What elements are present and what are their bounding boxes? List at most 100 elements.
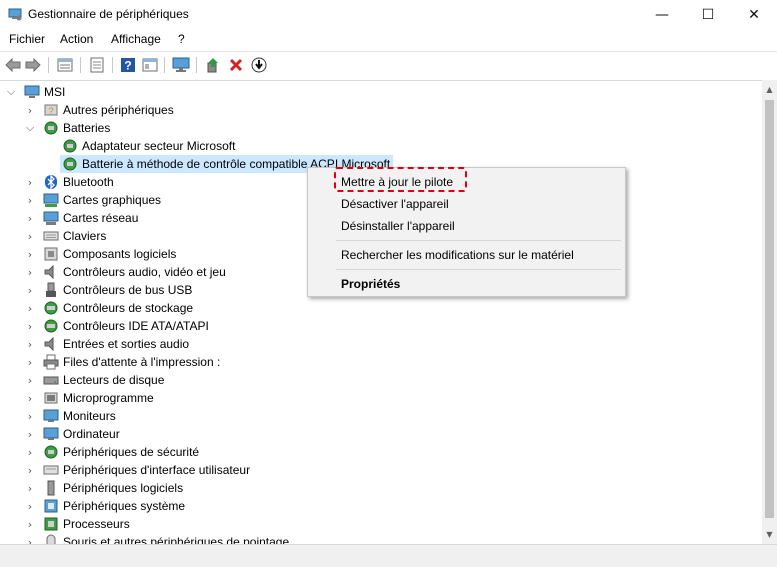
menu-bar: Fichier Action Affichage ? xyxy=(0,30,777,50)
bluetooth-icon xyxy=(45,174,57,190)
menu-separator xyxy=(336,240,621,241)
battery-icon xyxy=(44,121,58,135)
tree-item-label: Périphériques logiciels xyxy=(63,481,184,495)
vertical-scrollbar[interactable]: ▲ ▼ xyxy=(762,80,777,544)
uninstall-x-icon[interactable] xyxy=(227,56,245,74)
chevron-right-icon[interactable]: › xyxy=(25,281,35,299)
menu-item-uninstall-device[interactable]: Désinstaller l'appareil xyxy=(341,219,455,233)
chevron-right-icon[interactable]: › xyxy=(25,263,35,281)
chevron-right-icon[interactable]: › xyxy=(25,299,35,317)
tree-item-usb[interactable]: › Contrôleurs de bus USB xyxy=(0,281,300,299)
help-icon[interactable]: ? xyxy=(119,56,137,74)
toolbar: ? xyxy=(0,51,777,78)
menu-affichage[interactable]: Affichage xyxy=(109,32,163,46)
view-icon[interactable] xyxy=(141,56,159,74)
chevron-right-icon[interactable]: › xyxy=(25,497,35,515)
chevron-right-icon[interactable]: › xyxy=(25,371,35,389)
chevron-right-icon[interactable]: › xyxy=(25,515,35,533)
chevron-right-icon[interactable]: › xyxy=(25,101,35,119)
tree-item-composants[interactable]: › Composants logiciels xyxy=(0,245,300,263)
scroll-up-icon[interactable]: ▲ xyxy=(762,82,777,97)
download-circle-icon[interactable] xyxy=(250,56,268,74)
chevron-right-icon[interactable]: › xyxy=(25,461,35,479)
tree-root[interactable]: ⌵ MSI xyxy=(0,83,300,101)
hid-icon xyxy=(43,465,59,475)
menu-item-properties[interactable]: Propriétés xyxy=(341,277,400,291)
tree-item-label: Périphériques système xyxy=(63,499,186,513)
tree-item-ordinateur[interactable]: › Ordinateur xyxy=(0,425,300,443)
tree-item-logiciels[interactable]: › Périphériques logiciels xyxy=(0,479,300,497)
battery-icon xyxy=(63,157,77,171)
tree-item-label: Lecteurs de disque xyxy=(63,373,165,387)
tree-item-systeme[interactable]: › Périphériques système xyxy=(0,497,300,515)
tree-item-cartes-graphiques[interactable]: › Cartes graphiques xyxy=(0,191,300,209)
scroll-down-icon[interactable]: ▼ xyxy=(762,527,777,542)
usb-icon xyxy=(46,282,56,297)
audio-io-icon xyxy=(44,336,54,352)
chevron-right-icon[interactable]: › xyxy=(25,335,35,353)
update-driver-icon[interactable] xyxy=(204,56,222,74)
tree-item-impression[interactable]: › Files d'attente à l'impression : xyxy=(0,353,300,371)
tree-item-cartes-reseau[interactable]: › Cartes réseau xyxy=(0,209,300,227)
minimize-button[interactable]: — xyxy=(639,0,685,30)
tree-item-label: Souris et autres périphériques de pointa… xyxy=(63,535,290,544)
firmware-icon xyxy=(44,392,58,404)
tree-item-batteries[interactable]: ⌵ Batteries xyxy=(0,119,300,137)
document-icon[interactable] xyxy=(88,56,106,74)
close-button[interactable]: ✕ xyxy=(731,0,777,30)
chevron-right-icon[interactable]: › xyxy=(25,173,35,191)
tree-item-label: Moniteurs xyxy=(63,409,116,423)
tree-item-hid[interactable]: › Périphériques d'interface utilisateur xyxy=(0,461,300,479)
chevron-right-icon[interactable]: › xyxy=(25,209,35,227)
tree-item-processeurs[interactable]: › Processeurs xyxy=(0,515,300,533)
device-manager-icon xyxy=(8,8,22,21)
tree-item-adaptateur[interactable]: Adaptateur secteur Microsoft xyxy=(0,137,300,155)
chevron-right-icon[interactable]: › xyxy=(25,533,35,545)
tree-item-lecteurs[interactable]: › Lecteurs de disque xyxy=(0,371,300,389)
tree-item-label: Contrôleurs de stockage xyxy=(63,301,194,315)
tree-item-label: Processeurs xyxy=(63,517,130,531)
menu-item-disable-device[interactable]: Désactiver l'appareil xyxy=(341,197,449,211)
monitor-icon[interactable] xyxy=(172,56,190,74)
highlight-annotation xyxy=(334,167,467,192)
scroll-thumb[interactable] xyxy=(765,100,774,518)
tree-item-souris[interactable]: › Souris et autres périphériques de poin… xyxy=(0,533,300,544)
computer-icon xyxy=(43,427,59,440)
software-device-icon xyxy=(47,480,55,496)
menu-help[interactable]: ? xyxy=(176,32,187,46)
chevron-down-icon[interactable]: ⌵ xyxy=(25,119,35,137)
menu-fichier[interactable]: Fichier xyxy=(7,32,47,46)
menu-action[interactable]: Action xyxy=(58,32,95,46)
chevron-right-icon[interactable]: › xyxy=(25,425,35,443)
chevron-right-icon[interactable]: › xyxy=(25,191,35,209)
chevron-right-icon[interactable]: › xyxy=(25,479,35,497)
tree-item-label: Contrôleurs IDE ATA/ATAPI xyxy=(63,319,209,333)
tree-item-bluetooth[interactable]: › Bluetooth xyxy=(0,173,300,191)
tree-item-ide[interactable]: › Contrôleurs IDE ATA/ATAPI xyxy=(0,317,300,335)
tree-item-microprogramme[interactable]: › Microprogramme xyxy=(0,389,300,407)
speaker-icon xyxy=(44,264,54,280)
tree-item-moniteurs[interactable]: › Moniteurs xyxy=(0,407,300,425)
tree-item-claviers[interactable]: › Claviers xyxy=(0,227,300,245)
tree-item-label: Ordinateur xyxy=(63,427,120,441)
tree-item-securite[interactable]: › Périphériques de sécurité xyxy=(0,443,300,461)
chevron-down-icon[interactable]: ⌵ xyxy=(6,83,16,101)
tree-item-label: Batteries xyxy=(63,121,111,135)
tree-item-label: Bluetooth xyxy=(63,175,114,189)
chevron-right-icon[interactable]: › xyxy=(25,389,35,407)
chevron-right-icon[interactable]: › xyxy=(25,227,35,245)
tree-item-stockage[interactable]: › Contrôleurs de stockage xyxy=(0,299,300,317)
chevron-right-icon[interactable]: › xyxy=(25,245,35,263)
tree-item-audio-video[interactable]: › Contrôleurs audio, vidéo et jeu xyxy=(0,263,300,281)
maximize-button[interactable]: ☐ xyxy=(685,0,731,30)
chevron-right-icon[interactable]: › xyxy=(25,407,35,425)
properties-grid-icon[interactable] xyxy=(56,56,74,74)
tree-item-entrees-sorties[interactable]: › Entrées et sorties audio xyxy=(0,335,300,353)
chevron-right-icon[interactable]: › xyxy=(25,353,35,371)
tree-item-autres[interactable]: › ? Autres périphériques xyxy=(0,101,300,119)
chevron-right-icon[interactable]: › xyxy=(25,317,35,335)
forward-arrow-icon[interactable] xyxy=(24,56,42,74)
back-arrow-icon[interactable] xyxy=(4,56,22,74)
menu-item-scan-hardware[interactable]: Rechercher les modifications sur le maté… xyxy=(341,248,574,262)
chevron-right-icon[interactable]: › xyxy=(25,443,35,461)
